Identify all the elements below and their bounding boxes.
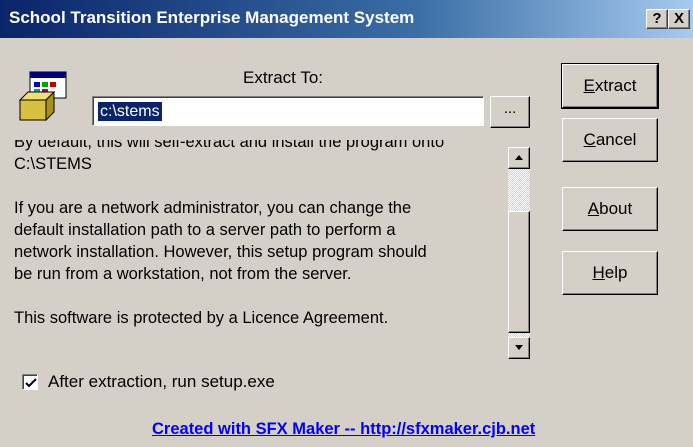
extract-accel: E <box>583 76 595 95</box>
about-accel: A <box>587 199 600 218</box>
info-scrollbar[interactable] <box>508 147 530 359</box>
cancel-accel: C <box>583 130 596 149</box>
help-label: elp <box>604 263 628 282</box>
scrollbar-thumb[interactable] <box>508 211 530 333</box>
browse-button[interactable]: ... <box>490 96 530 128</box>
info-licence-line: This software is protected by a Licence … <box>14 309 389 327</box>
checkmark-icon <box>25 378 37 388</box>
info-p2-line3: network installation. However, this setu… <box>14 243 427 261</box>
help-button[interactable]: Help <box>562 251 658 295</box>
arrow-down-icon <box>515 345 523 350</box>
sfx-maker-link[interactable]: Created with SFX Maker -- http://sfxmake… <box>152 420 535 439</box>
info-text-area[interactable]: By default, this will self-extract and i… <box>14 140 502 360</box>
run-setup-checkbox[interactable] <box>22 374 38 390</box>
scroll-down-button[interactable] <box>508 337 530 359</box>
about-button[interactable]: About <box>562 187 658 231</box>
about-label: bout <box>599 199 633 218</box>
info-p2-line1: If you are a network administrator, you … <box>14 199 412 217</box>
info-p2-line2: default installation path to a server pa… <box>14 221 396 239</box>
arrow-up-icon <box>515 155 523 160</box>
info-line-path: C:\STEMS <box>14 155 92 173</box>
extract-label: xtract <box>594 76 637 95</box>
cancel-button[interactable]: Cancel <box>562 118 658 162</box>
path-value: c:\stems <box>98 102 162 121</box>
info-line-clipped: By default, this will self-extract and i… <box>14 140 445 151</box>
scroll-up-button[interactable] <box>508 147 530 169</box>
info-p2-line4: be run from a workstation, not from the … <box>14 265 352 283</box>
help-title-button[interactable]: ? <box>646 9 668 29</box>
help-accel: H <box>592 263 605 282</box>
installer-box-icon <box>18 70 70 122</box>
window-title: School Transition Enterprise Management … <box>9 8 415 27</box>
extract-to-label: Extract To: <box>243 68 323 87</box>
title-bar[interactable]: School Transition Enterprise Management … <box>0 0 693 38</box>
run-setup-label: After extraction, run setup.exe <box>48 372 275 391</box>
close-button[interactable]: X <box>668 9 690 29</box>
cancel-label: ancel <box>595 130 637 149</box>
extract-button[interactable]: Extract <box>561 63 659 109</box>
extract-path-input[interactable]: c:\stems <box>92 96 484 126</box>
